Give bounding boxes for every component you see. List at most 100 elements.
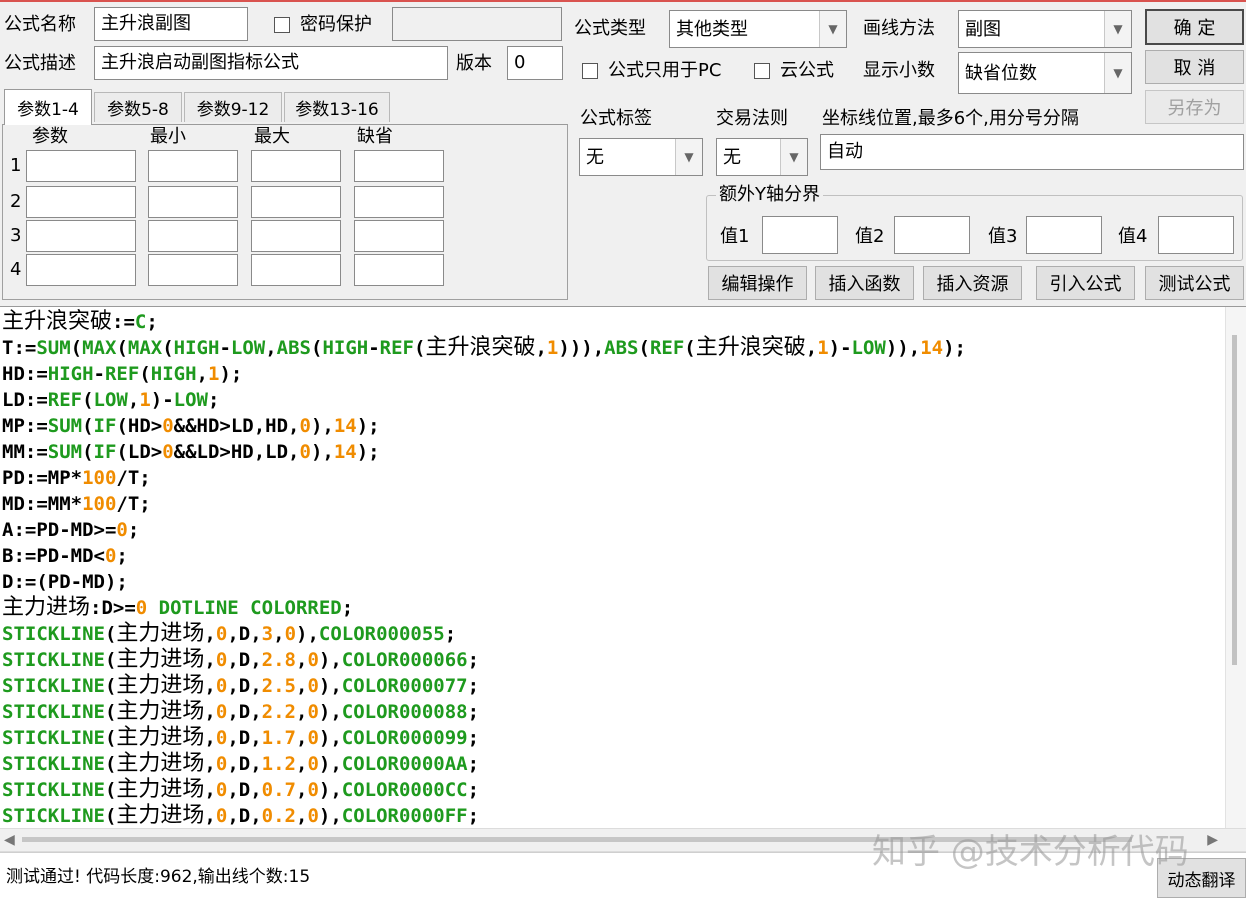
- param-tab-3[interactable]: 参数9-12: [184, 92, 282, 122]
- formula-tag-value: 无: [586, 147, 604, 168]
- code-token: MAX: [127, 337, 163, 359]
- draw-method-select[interactable]: 副图 ▼: [958, 10, 1132, 48]
- param-default-input[interactable]: [354, 220, 444, 252]
- param-name-input[interactable]: [26, 220, 136, 252]
- code-token: 0: [215, 805, 228, 827]
- code-token: LOW: [851, 337, 886, 359]
- formula-type-select[interactable]: 其他类型 ▼: [669, 10, 847, 48]
- param-tab-2[interactable]: 参数5-8: [94, 92, 182, 122]
- code-line[interactable]: STICKLINE(主力进场,0,D,2.2,0),COLOR000088;: [2, 699, 966, 725]
- formula-tag-select[interactable]: 无 ▼: [579, 138, 703, 176]
- arrow-right-icon[interactable]: ▶: [1207, 829, 1218, 851]
- param-name-input[interactable]: [26, 254, 136, 286]
- param-name-input[interactable]: [26, 150, 136, 182]
- code-token: ,D,: [227, 675, 262, 697]
- cancel-button[interactable]: 取 消: [1145, 50, 1244, 84]
- chevron-down-icon[interactable]: ▼: [1104, 11, 1131, 47]
- param-min-input[interactable]: [148, 220, 238, 252]
- test-formula-button[interactable]: 测试公式: [1145, 266, 1244, 300]
- password-input[interactable]: [392, 7, 562, 41]
- param-header-default: 缺省: [357, 126, 393, 147]
- code-line[interactable]: STICKLINE(主力进场,0,D,1.7,0),COLOR000099;: [2, 725, 966, 751]
- code-token: HIGH: [173, 337, 220, 359]
- code-line[interactable]: STICKLINE(主力进场,0,D,2.8,0),COLOR000066;: [2, 647, 966, 673]
- code-token: ,: [295, 701, 308, 723]
- param-max-input[interactable]: [251, 254, 341, 286]
- param-max-input[interactable]: [251, 186, 341, 218]
- code-token: 0: [284, 623, 297, 645]
- code-token: ,D,: [227, 701, 262, 723]
- vertical-scroll-thumb[interactable]: [1232, 335, 1237, 665]
- chevron-down-icon[interactable]: ▼: [1104, 53, 1131, 93]
- param-default-input[interactable]: [354, 186, 444, 218]
- code-token: ,: [204, 675, 216, 697]
- code-line[interactable]: STICKLINE(主力进场,0,D,2.5,0),COLOR000077;: [2, 673, 966, 699]
- vertical-scrollbar[interactable]: [1225, 307, 1246, 829]
- code-token: /T;: [116, 493, 151, 515]
- code-line[interactable]: PD:=MP*100/T;: [2, 465, 966, 491]
- code-token: 100: [82, 467, 117, 489]
- code-line[interactable]: B:=PD-MD<0;: [2, 543, 966, 569]
- param-max-input[interactable]: [251, 220, 341, 252]
- param-default-input[interactable]: [354, 254, 444, 286]
- extra-y-value-input[interactable]: [894, 216, 970, 254]
- extra-y-value-input[interactable]: [1158, 216, 1234, 254]
- extra-y-value-input[interactable]: [1026, 216, 1102, 254]
- version-input[interactable]: 0: [507, 46, 563, 80]
- code-line[interactable]: A:=PD-MD>=0;: [2, 517, 966, 543]
- ok-button[interactable]: 确 定: [1145, 9, 1244, 45]
- import-formula-button[interactable]: 引入公式: [1036, 266, 1135, 300]
- code-line[interactable]: STICKLINE(主力进场,0,D,3,0),COLOR000055;: [2, 621, 966, 647]
- code-token: HD:=: [2, 363, 48, 385]
- code-token: (: [104, 675, 117, 697]
- param-name-input[interactable]: [26, 186, 136, 218]
- param-default-input[interactable]: [354, 150, 444, 182]
- code-token: ,: [196, 363, 208, 385]
- edit-ops-button[interactable]: 编辑操作: [708, 266, 807, 300]
- code-line[interactable]: 主升浪突破:=C;: [2, 309, 966, 335]
- code-line[interactable]: T:=SUM(MAX(MAX(HIGH-LOW,ABS(HIGH-REF(主升浪…: [2, 335, 966, 361]
- pc-only-checkbox[interactable]: [582, 63, 598, 79]
- code-token: 主力进场: [2, 595, 91, 620]
- param-min-input[interactable]: [148, 254, 238, 286]
- code-line[interactable]: MP:=SUM(IF(HD>0&&HD>LD,HD,0),14);: [2, 413, 966, 439]
- code-token: HIGH: [322, 337, 369, 359]
- chevron-down-icon[interactable]: ▼: [780, 139, 807, 175]
- password-checkbox[interactable]: [274, 17, 290, 33]
- formula-desc-input[interactable]: 主升浪启动副图指标公式: [94, 46, 448, 80]
- chevron-down-icon[interactable]: ▼: [819, 11, 846, 47]
- extra-y-value-input[interactable]: [762, 216, 838, 254]
- code-content[interactable]: 主升浪突破:=C; T:=SUM(MAX(MAX(HIGH-LOW,ABS(HIG…: [2, 309, 966, 829]
- chevron-down-icon[interactable]: ▼: [675, 139, 702, 175]
- code-line[interactable]: HD:=HIGH-REF(HIGH,1);: [2, 361, 966, 387]
- code-token: COLOR000066: [341, 649, 468, 671]
- formula-name-input[interactable]: 主升浪副图: [94, 7, 248, 41]
- code-line[interactable]: LD:=REF(LOW,1)-LOW;: [2, 387, 966, 413]
- insert-function-button[interactable]: 插入函数: [815, 266, 914, 300]
- code-editor[interactable]: 主升浪突破:=C; T:=SUM(MAX(MAX(HIGH-LOW,ABS(HIG…: [0, 306, 1246, 829]
- trade-rule-select[interactable]: 无 ▼: [716, 138, 808, 176]
- code-line[interactable]: MM:=SUM(IF(LD>0&&LD>HD,LD,0),14);: [2, 439, 966, 465]
- code-line[interactable]: 主力进场:D>=0 DOTLINE COLORRED;: [2, 595, 966, 621]
- code-line[interactable]: MD:=MM*100/T;: [2, 491, 966, 517]
- code-token: ,D,: [227, 753, 262, 775]
- code-token: MP:=: [2, 415, 48, 437]
- decimal-select[interactable]: 缺省位数 ▼: [958, 52, 1132, 94]
- arrow-left-icon[interactable]: ◀: [4, 829, 15, 851]
- param-tab-4[interactable]: 参数13-16: [284, 92, 390, 122]
- insert-resource-button[interactable]: 插入资源: [923, 266, 1022, 300]
- code-line[interactable]: STICKLINE(主力进场,0,D,0.2,0),COLOR0000FF;: [2, 803, 966, 829]
- code-line[interactable]: STICKLINE(主力进场,0,D,1.2,0),COLOR0000AA;: [2, 751, 966, 777]
- code-line[interactable]: D:=(PD-MD);: [2, 569, 966, 595]
- code-token: ,: [273, 623, 285, 645]
- code-token: 主力进场: [116, 647, 205, 672]
- param-min-input[interactable]: [148, 186, 238, 218]
- param-min-input[interactable]: [148, 150, 238, 182]
- cloud-formula-checkbox[interactable]: [754, 63, 770, 79]
- code-line[interactable]: STICKLINE(主力进场,0,D,0.7,0),COLOR0000CC;: [2, 777, 966, 803]
- axis-position-input[interactable]: 自动: [820, 134, 1244, 170]
- save-as-button[interactable]: 另存为: [1145, 90, 1244, 124]
- code-token: COLOR000088: [341, 701, 468, 723]
- param-tab-1[interactable]: 参数1-4: [4, 89, 92, 125]
- param-max-input[interactable]: [251, 150, 341, 182]
